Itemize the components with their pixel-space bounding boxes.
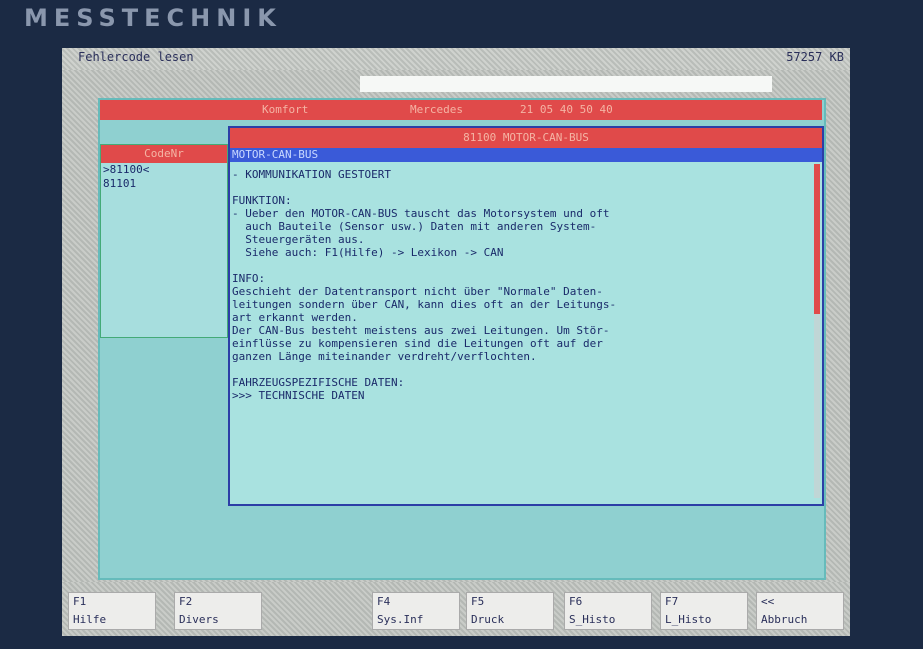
f1-hilfe-button[interactable]: F1 Hilfe bbox=[68, 592, 156, 630]
code-item-selected[interactable]: >81100< bbox=[101, 163, 227, 177]
fkey-label: Sys.Inf bbox=[377, 613, 424, 626]
detail-text: - KOMMUNIKATION GESTOERT FUNKTION: - Ueber… bbox=[232, 168, 810, 402]
header-make: Mercedes bbox=[410, 103, 463, 116]
status-field bbox=[360, 76, 772, 92]
fkey-label: L_Histo bbox=[665, 613, 712, 626]
detail-line: INFO: bbox=[232, 272, 266, 285]
detail-line: Steuergeräten aus. bbox=[232, 233, 365, 246]
fkey-key: F6 bbox=[569, 595, 583, 608]
fkey-key: << bbox=[761, 595, 775, 608]
vehicle-header: Komfort Mercedes 21 05 40 50 40 bbox=[100, 100, 822, 120]
brand-logo: MESSTECHNIK bbox=[24, 4, 282, 32]
fkey-key: F1 bbox=[73, 595, 87, 608]
memory-readout: 57257 KB bbox=[786, 50, 844, 64]
detail-scrollbar[interactable] bbox=[814, 164, 820, 498]
detail-line bbox=[232, 181, 810, 194]
detail-line: Der CAN-Bus besteht meistens aus zwei Le… bbox=[232, 324, 610, 337]
f7-lhisto-button[interactable]: F7 L_Histo bbox=[660, 592, 748, 630]
header-code: 21 05 40 50 40 bbox=[520, 103, 613, 116]
f6-shisto-button[interactable]: F6 S_Histo bbox=[564, 592, 652, 630]
detail-line: Geschieht der Datentransport nicht über … bbox=[232, 285, 603, 298]
f2-divers-button[interactable]: F2 Divers bbox=[174, 592, 262, 630]
fkey-key: F4 bbox=[377, 595, 391, 608]
fkey-label: Divers bbox=[179, 613, 219, 626]
detail-line: - Ueber den MOTOR-CAN-BUS tauscht das Mo… bbox=[232, 207, 610, 220]
detail-line: einflüsse zu kompensieren sind die Leitu… bbox=[232, 337, 603, 350]
code-detail-window: 81100 MOTOR-CAN-BUS MOTOR-CAN-BUS - KOMM… bbox=[228, 126, 824, 506]
detail-line: leitungen sondern über CAN, kann dies of… bbox=[232, 298, 617, 311]
code-list-panel: CodeNr >81100< 81101 bbox=[100, 144, 228, 338]
detail-title: 81100 MOTOR-CAN-BUS bbox=[230, 128, 822, 148]
detail-line bbox=[232, 259, 810, 272]
code-item[interactable]: 81101 bbox=[101, 177, 227, 191]
detail-subtitle: MOTOR-CAN-BUS bbox=[230, 148, 822, 162]
detail-line: FAHRZEUGSPEZIFISCHE DATEN: bbox=[232, 376, 405, 389]
detail-line: >>> TECHNISCHE DATEN bbox=[232, 389, 365, 402]
fkey-label: Hilfe bbox=[73, 613, 107, 626]
detail-line: auch Bauteile (Sensor usw.) Daten mit an… bbox=[232, 220, 597, 233]
fkey-label: Abbruch bbox=[761, 613, 808, 626]
header-mode: Komfort bbox=[262, 103, 309, 116]
window-title: Fehlercode lesen bbox=[78, 50, 194, 64]
window-titlebar: Fehlercode lesen 57257 KB bbox=[62, 48, 850, 70]
fkey-label: Druck bbox=[471, 613, 505, 626]
detail-line: Siehe auch: F1(Hilfe) -> Lexikon -> CAN bbox=[232, 246, 504, 259]
detail-line: ganzen Länge miteinander verdreht/verflo… bbox=[232, 350, 537, 363]
detail-line: art erkannt werden. bbox=[232, 311, 358, 324]
function-key-bar: F1 Hilfe F2 Divers F4 Sys.Inf F5 Druck F… bbox=[62, 582, 850, 636]
code-list-title: CodeNr bbox=[101, 145, 227, 163]
detail-line: - KOMMUNIKATION GESTOERT bbox=[232, 168, 391, 181]
fkey-key: F7 bbox=[665, 595, 679, 608]
detail-line bbox=[232, 363, 810, 376]
fkey-key: F5 bbox=[471, 595, 485, 608]
fkey-label: S_Histo bbox=[569, 613, 616, 626]
scrollbar-thumb[interactable] bbox=[814, 164, 820, 314]
f5-druck-button[interactable]: F5 Druck bbox=[466, 592, 554, 630]
fkey-key: F2 bbox=[179, 595, 193, 608]
monitor-screen: Fehlercode lesen 57257 KB Komfort Merced… bbox=[62, 48, 850, 636]
abbruch-button[interactable]: << Abbruch bbox=[756, 592, 844, 630]
f4-sysinf-button[interactable]: F4 Sys.Inf bbox=[372, 592, 460, 630]
detail-line: FUNKTION: bbox=[232, 194, 292, 207]
